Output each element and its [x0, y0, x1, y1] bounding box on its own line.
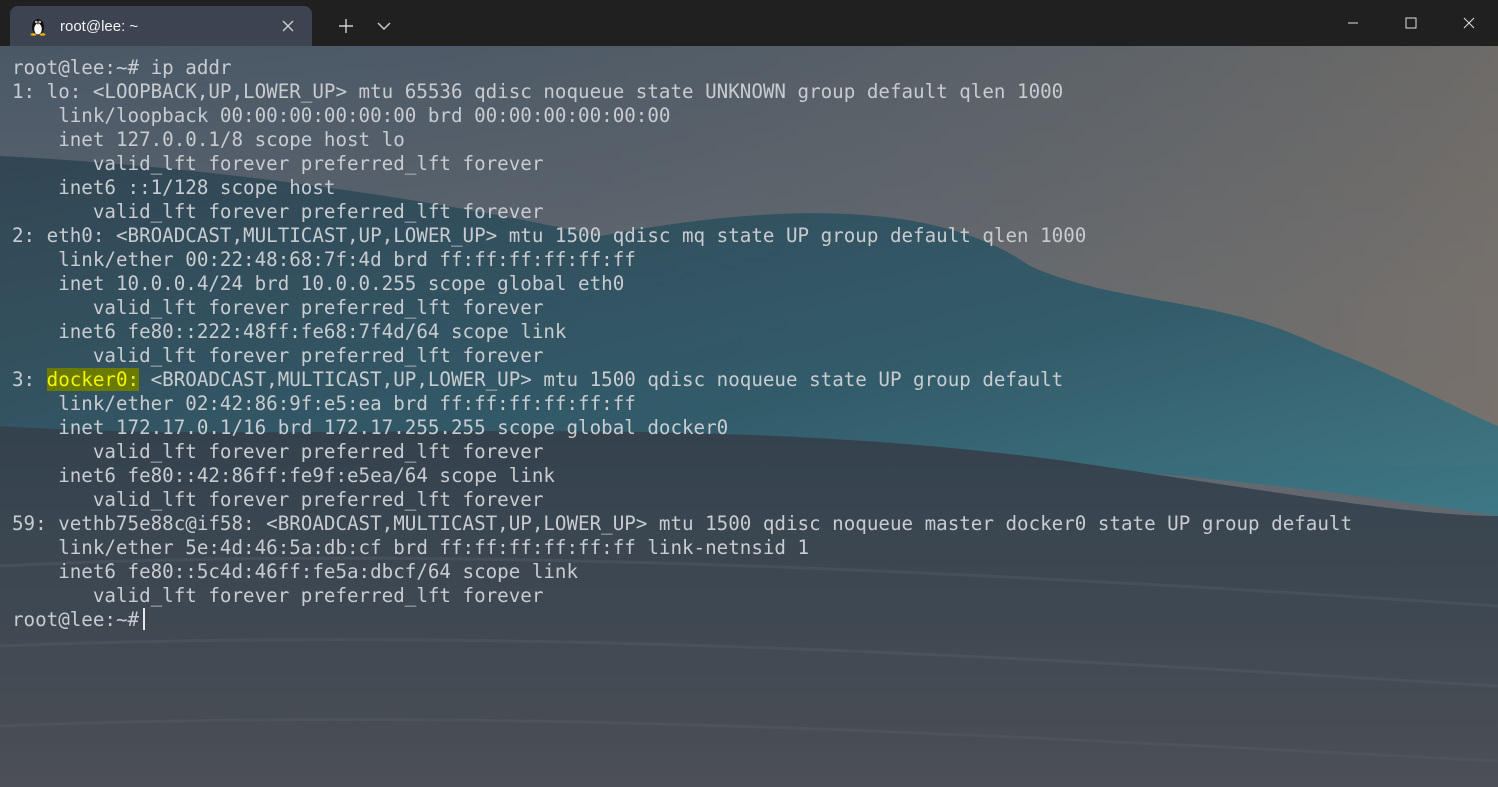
terminal-line: inet6 ::1/128 scope host	[12, 176, 336, 199]
terminal-line: valid_lft forever preferred_lft forever	[12, 584, 544, 607]
window-controls	[1324, 0, 1498, 46]
plus-icon[interactable]	[326, 6, 366, 46]
terminal-line: valid_lft forever preferred_lft forever	[12, 344, 544, 367]
terminal-line: valid_lft forever preferred_lft forever	[12, 152, 544, 175]
terminal-line: 2: eth0: <BROADCAST,MULTICAST,UP,LOWER_U…	[12, 224, 1087, 247]
terminal-line: inet 172.17.0.1/16 brd 172.17.255.255 sc…	[12, 416, 729, 439]
maximize-icon[interactable]	[1382, 0, 1440, 46]
tab-title: root@lee: ~	[60, 17, 139, 35]
prompt-line[interactable]: root@lee:~#	[12, 608, 1352, 632]
minimize-icon[interactable]	[1324, 0, 1382, 46]
tab-close-icon[interactable]	[278, 16, 298, 36]
terminal-line: 59: vethb75e88c@if58: <BROADCAST,MULTICA…	[12, 512, 1353, 535]
terminal-line: inet6 fe80::5c4d:46ff:fe5a:dbcf/64 scope…	[12, 560, 579, 583]
terminal-line: link/ether 5e:4d:46:5a:db:cf brd ff:ff:f…	[12, 536, 810, 559]
terminal-line: 1: lo: <LOOPBACK,UP,LOWER_UP> mtu 65536 …	[12, 80, 1064, 103]
text-cursor	[143, 608, 146, 630]
terminal-line: inet6 fe80::222:48ff:fe68:7f4d/64 scope …	[12, 320, 567, 343]
terminal-line: link/ether 00:22:48:68:7f:4d brd ff:ff:f…	[12, 248, 636, 271]
terminal-pane[interactable]: root@lee:~# ip addr 1: lo: <LOOPBACK,UP,L…	[0, 46, 1498, 787]
terminal-line: inet 10.0.0.4/24 brd 10.0.0.255 scope gl…	[12, 272, 625, 295]
tab-root-lee[interactable]: root@lee: ~	[10, 6, 312, 46]
line-suffix: <BROADCAST,MULTICAST,UP,LOWER_UP> mtu 15…	[139, 368, 1064, 391]
terminal-line: link/ether 02:42:86:9f:e5:ea brd ff:ff:f…	[12, 392, 636, 415]
terminal-line: valid_lft forever preferred_lft forever	[12, 488, 544, 511]
chevron-down-icon[interactable]	[366, 6, 402, 46]
terminal-line: inet 127.0.0.1/8 scope host lo	[12, 128, 405, 151]
terminal-line: valid_lft forever preferred_lft forever	[12, 440, 544, 463]
line-prefix: 3:	[12, 368, 47, 391]
search-highlight: docker0:	[46, 368, 140, 391]
terminal-line: link/loopback 00:00:00:00:00:00 brd 00:0…	[12, 104, 671, 127]
terminal-line: valid_lft forever preferred_lft forever	[12, 200, 544, 223]
linux-penguin-icon	[28, 16, 48, 36]
terminal-line: root@lee:~# ip addr	[12, 56, 232, 79]
prompt-text: root@lee:~#	[12, 608, 140, 631]
close-icon[interactable]	[1440, 0, 1498, 46]
terminal-output: root@lee:~# ip addr 1: lo: <LOOPBACK,UP,L…	[12, 56, 1352, 632]
terminal-line: inet6 fe80::42:86ff:fe9f:e5ea/64 scope l…	[12, 464, 555, 487]
terminal-line: valid_lft forever preferred_lft forever	[12, 296, 544, 319]
terminal-window: root@lee: ~ root@lee:~# ip addr 1: lo: <…	[0, 0, 1498, 787]
title-bar: root@lee: ~	[0, 0, 1498, 46]
terminal-line: 3: docker0: <BROADCAST,MULTICAST,UP,LOWE…	[12, 368, 1352, 392]
